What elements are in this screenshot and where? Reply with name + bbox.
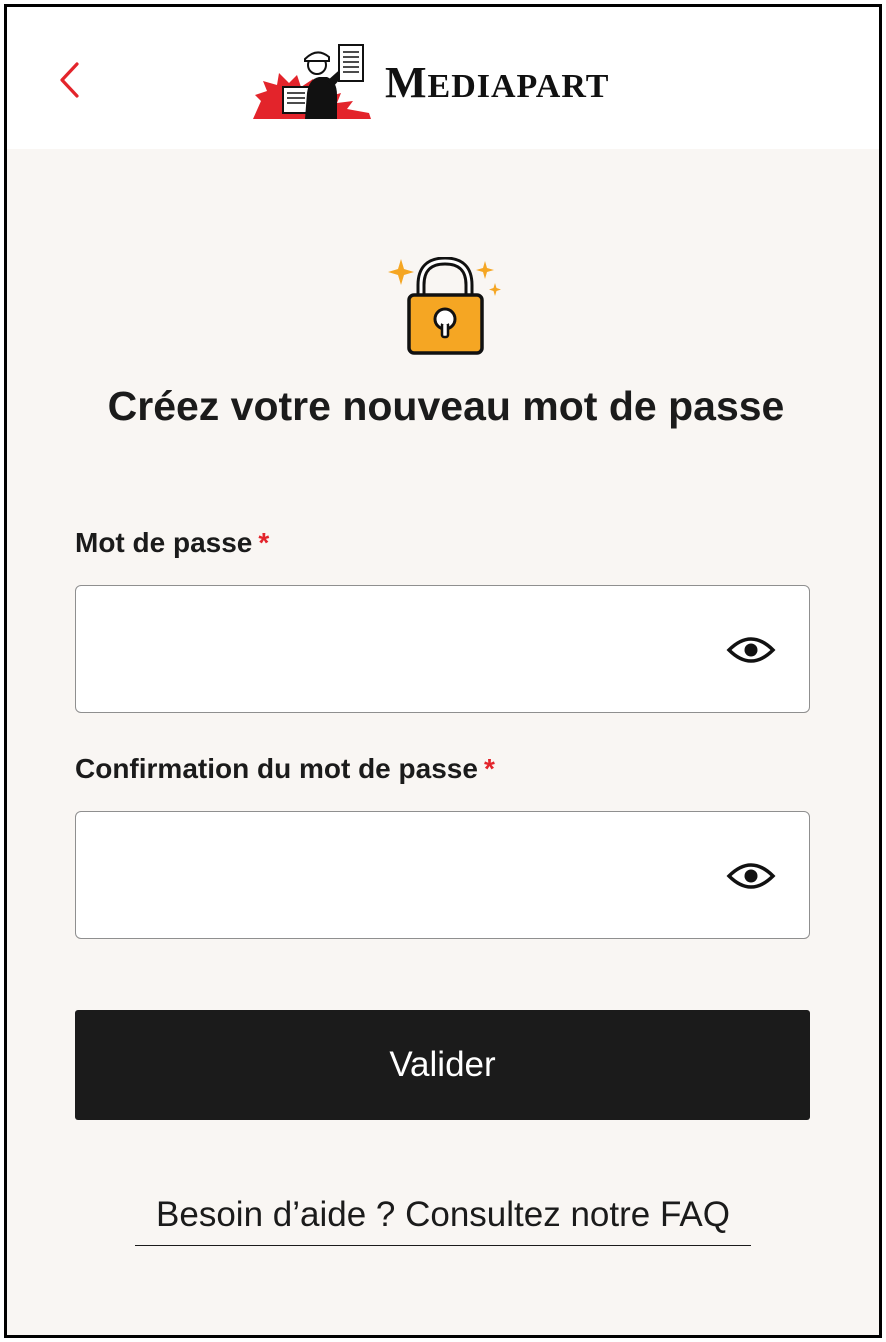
logo-rest: EDIAPART — [427, 68, 610, 105]
logo-wordmark: MEDIAPART — [385, 57, 609, 108]
show-confirm-password-toggle[interactable] — [725, 856, 777, 896]
required-asterisk: * — [258, 527, 270, 558]
logo-initial: M — [385, 58, 428, 107]
password-input[interactable] — [94, 616, 694, 682]
password-field — [75, 585, 810, 713]
app-frame: MEDIAPART Créez votre nouveau mot de pas… — [4, 4, 882, 1338]
mediapart-logo[interactable]: MEDIAPART — [253, 43, 643, 119]
eye-icon — [726, 637, 776, 663]
submit-button[interactable]: Valider — [75, 1010, 810, 1120]
password-label: Mot de passe * — [75, 527, 269, 559]
chevron-left-icon — [60, 62, 79, 98]
padlock-sparkle-icon — [388, 257, 501, 355]
confirm-password-label: Confirmation du mot de passe * — [75, 753, 495, 785]
page-title: Créez votre nouveau mot de passe — [107, 383, 785, 429]
confirm-password-field — [75, 811, 810, 939]
newspaper-crier-logo-icon — [253, 44, 371, 119]
eye-icon — [726, 863, 776, 889]
show-password-toggle[interactable] — [725, 630, 777, 670]
confirm-password-input[interactable] — [94, 842, 694, 908]
faq-help-link[interactable]: Besoin d’aide ? Consultez notre FAQ — [135, 1195, 751, 1246]
required-asterisk: * — [483, 753, 495, 784]
back-button[interactable] — [47, 53, 91, 107]
confirm-password-label-text: Confirmation du mot de passe — [75, 753, 478, 784]
top-bar: MEDIAPART — [7, 7, 879, 149]
password-label-text: Mot de passe — [75, 527, 253, 558]
